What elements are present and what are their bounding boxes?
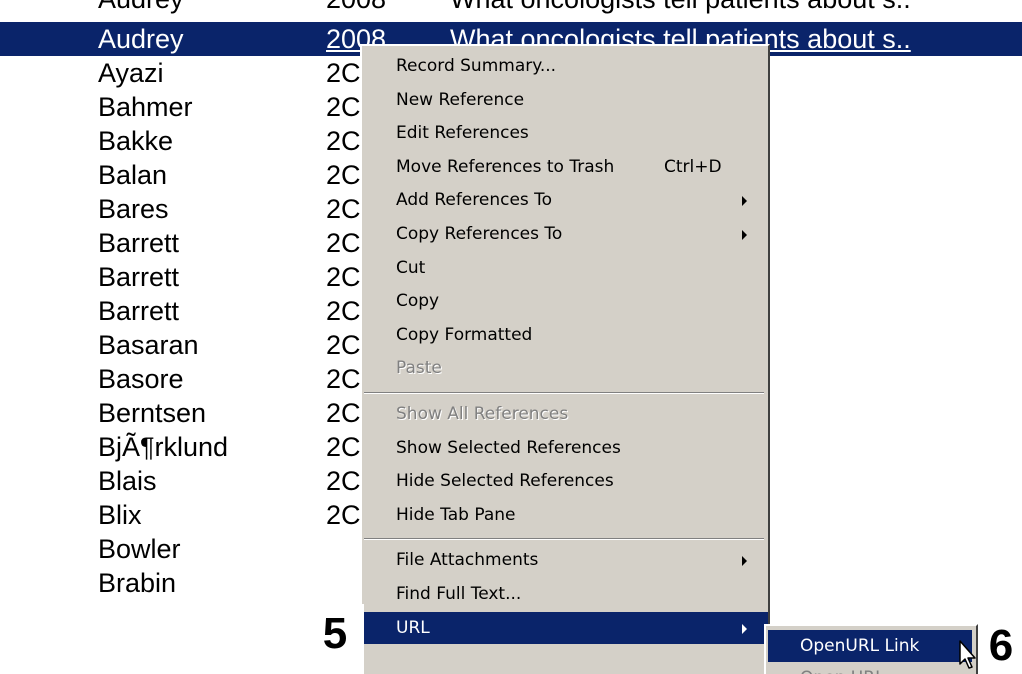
chevron-right-icon [742,196,747,207]
menu-item-paste: Paste [362,352,768,384]
reference-title: What oncologists tell patients about s.. [450,0,1022,16]
reference-year: 2C [326,330,361,360]
menu-item-edit-references[interactable]: Edit References [362,117,768,149]
menu-item-add-references-to[interactable]: Add References To [362,184,768,216]
menu-item-url[interactable]: URL [362,611,768,644]
reference-author: Bahmer [98,92,193,122]
submenu-item-open-url: Open URL [768,662,972,674]
reference-author: Balan [98,160,168,190]
reference-author: Barrett [98,228,180,258]
submenu-item-openurl-link[interactable]: OpenURL Link [768,630,972,662]
reference-author: BjÃ¶rklund [98,432,229,462]
reference-author: Berntsen [98,398,207,428]
submenu-item-label: OpenURL Link [800,636,920,656]
menu-item-label: Show Selected References [396,437,621,458]
reference-row-partial[interactable]: Audrey 2008 What oncologists tell patien… [0,0,1022,16]
reference-year: 2C [326,432,361,462]
menu-item-new-reference[interactable]: New Reference [362,84,768,116]
menu-item-label: Hide Tab Pane [396,504,516,525]
menu-item-move-references-to-trash[interactable]: Move References to Trash Ctrl+D [362,151,768,183]
reference-author: Audrey [98,0,184,16]
menu-item-copy[interactable]: Copy [362,285,768,317]
menu-item-find-full-text[interactable]: Find Full Text... [362,578,768,610]
menu-item-label: Move References to Trash [396,156,615,177]
menu-item-label: Copy Formatted [396,324,533,345]
url-submenu: OpenURL Link Open URL [764,624,978,674]
reference-author: Bakke [98,126,174,156]
reference-author: Blix [98,500,142,530]
menu-item-label: Cut [396,257,426,278]
reference-author: Barrett [98,262,180,292]
reference-author: Barrett [98,296,180,326]
reference-author: Brabin [98,568,177,598]
menu-item-label: Record Summary... [396,56,557,76]
reference-year: 2C [326,126,361,156]
reference-year: 2C [326,160,361,190]
menu-item-label: URL [396,617,430,638]
menu-item-label: File Attachments [396,550,539,571]
menu-item-copy-formatted[interactable]: Copy Formatted [362,319,768,351]
menu-item-shortcut: Ctrl+D [664,156,722,177]
menu-item-copy-references-to[interactable]: Copy References To [362,218,768,250]
menu-item-hide-selected-references[interactable]: Hide Selected References [362,465,768,497]
reference-year: 2C [326,228,361,258]
reference-year: 2C [326,58,361,88]
menu-item-record-summary[interactable]: Record Summary... [362,50,768,82]
menu-item-label: Find Full Text... [396,584,522,604]
reference-author: Audrey [98,24,184,54]
menu-item-hide-tab-pane[interactable]: Hide Tab Pane [362,499,768,531]
step-5-callout: 5 [306,604,364,674]
reference-author: Ayazi [98,58,164,88]
reference-year: 2C [326,92,361,122]
reference-author: Bowler [98,534,181,564]
menu-item-file-attachments[interactable]: File Attachments [362,544,768,576]
menu-item-cut[interactable]: Cut [362,252,768,284]
chevron-right-icon [742,230,747,240]
menu-item-label: Add References To [396,190,553,211]
reference-year: 2008 [326,0,386,16]
context-menu: Record Summary... New Reference Edit Refer… [360,44,770,674]
reference-year: 2C [326,296,361,326]
menu-separator [364,392,764,394]
reference-year: 2C [326,194,361,224]
reference-year: 2C [326,262,361,292]
chevron-right-icon [742,623,747,634]
menu-item-show-all-references: Show All References [362,398,768,430]
menu-item-label: Copy References To [396,224,563,244]
menu-item-show-selected-references[interactable]: Show Selected References [362,432,768,464]
step-6-callout: 6 [980,616,1022,674]
menu-separator [364,538,764,541]
menu-item-label: Paste [396,358,442,379]
reference-author: Basore [98,364,184,394]
menu-item-label: Hide Selected References [396,471,614,492]
reference-year: 2C [326,500,361,530]
reference-author: Basaran [98,330,199,360]
reference-author: Blais [98,466,157,496]
reference-year: 2C [326,364,361,394]
menu-item-label: New Reference [396,89,525,110]
menu-item-label: Copy [396,291,440,312]
menu-item-label: Show All References [396,404,569,424]
menu-item-label: Edit References [396,123,529,144]
mouse-pointer-icon [959,640,976,669]
submenu-item-label: Open URL [800,662,885,674]
chevron-right-icon [742,556,747,567]
reference-year: 2C [326,398,361,428]
reference-year: 2C [326,466,361,496]
reference-author: Bares [98,194,169,224]
